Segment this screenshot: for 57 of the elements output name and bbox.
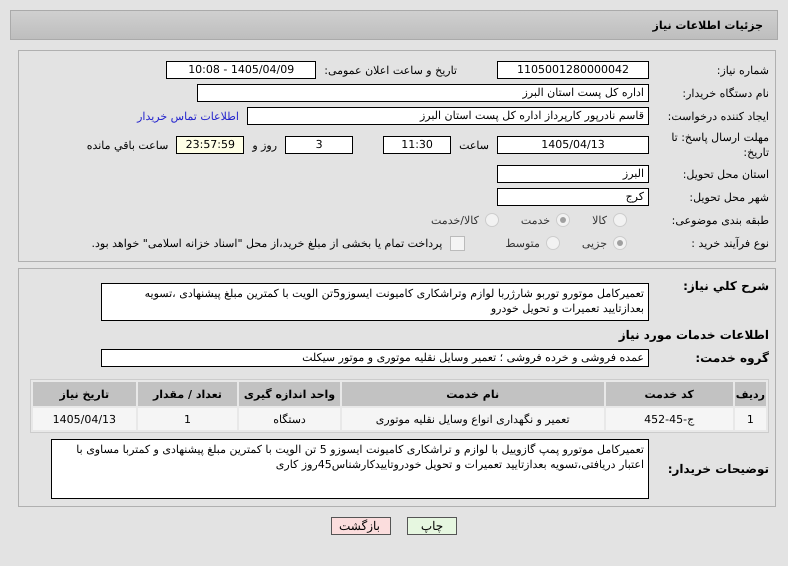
province-field: البرز	[497, 165, 649, 183]
radio-label: کالا/خدمت	[431, 214, 479, 226]
description-box: تعمیرکامل موتورو توربو شارژربا لوازم وتراشکاری کامیونت ایسوزو5تن الویت با کمترین مبلغ پیشنهادی ،تسویه بعدازتایید تعمیرات و تحویل خودرو	[101, 283, 649, 321]
field-label: شماره نیاز:	[716, 64, 770, 76]
remaining-time-field: 23:57:59	[176, 136, 244, 154]
field-label: تاریخ و ساعت اعلان عمومی:	[324, 64, 457, 76]
print-button[interactable]: چاپ	[407, 517, 457, 535]
page-title: جزئیات اطلاعات نیاز	[652, 18, 763, 32]
buyer-contact-link[interactable]: اطلاعات تماس خریدار	[137, 110, 239, 122]
city-field: کرج	[497, 188, 649, 206]
section-heading: اطلاعات خدمات مورد نیاز	[618, 328, 770, 342]
requester-field: قاسم نادرپور کارپرداز اداره کل پست استان البرز	[247, 107, 649, 125]
buyer-notes-box: تعمیرکامل موتورو پمپ گازوییل با لوازم و تراشکاری کامیونت ایسوزو 5 تن الویت با کمترین مبلغ پیشنهادی و کمتربا مساوی با اعتبار دریافتی،تسویه بعدازتایید تعمیرات و تحویل خودروتاییدکارشناس45روز کاری	[51, 439, 649, 499]
column-header: تاریخ نیاز	[33, 382, 136, 406]
days-field: 3	[285, 136, 354, 154]
deadline-time-field: 11:30	[383, 136, 452, 154]
table-cell: 1	[734, 408, 766, 430]
radio-label: متوسط	[505, 236, 540, 250]
column-header: کد خدمت	[606, 382, 733, 406]
field-label: شهر محل تحویل:	[688, 190, 770, 204]
field-label: توضیحات خریدار:	[666, 462, 770, 476]
days-label: روز و	[252, 138, 278, 152]
radio-button[interactable]	[484, 213, 499, 227]
field-label: نام دستگاه خریدار:	[681, 86, 770, 100]
buyer-org-field: اداره کل پست استان البرز	[197, 84, 649, 102]
radio-label: جزیی	[582, 236, 607, 250]
field-label: ایجاد کننده درخواست:	[666, 110, 770, 122]
deadline-date-field: 1405/04/13	[497, 136, 649, 154]
remaining-label: ساعت باقي مانده	[86, 138, 168, 152]
table-cell: ج-45-452	[606, 408, 733, 430]
radio-label: خدمت	[520, 214, 550, 226]
table-cell: دستگاه	[239, 408, 340, 430]
column-header: ردیف	[734, 382, 766, 406]
radio-button[interactable]	[613, 213, 627, 227]
table-cell: 1	[138, 408, 238, 430]
announce-date-field: 1405/04/09 - 10:08	[166, 61, 316, 79]
radio-button[interactable]	[556, 213, 570, 227]
service-group-field: عمده فروشی و خرده فروشی ؛ تعمیر وسایل نقلیه موتوری و موتور سیکلت	[101, 349, 649, 367]
need-number-field: 1105001280000042	[497, 61, 649, 79]
table-cell: تعمیر و نگهداری انواع وسایل نقلیه موتوری	[342, 408, 604, 430]
radio-button[interactable]	[546, 236, 560, 250]
column-header: تعداد / مقدار	[138, 382, 238, 406]
table-cell: 1405/04/13	[33, 408, 136, 430]
field-label: شرح کلي نیاز:	[682, 279, 770, 293]
field-label: مهلت ارسال پاسخ: تا تاریخ:	[670, 130, 770, 160]
back-button[interactable]: بازگشت	[331, 517, 391, 535]
field-label: گروه خدمت:	[694, 351, 770, 365]
checkbox[interactable]	[450, 236, 466, 250]
treasury-note: پرداخت تمام یا بخشی از مبلغ خرید،از محل "اسناد خزانه اسلامی" خواهد بود.	[92, 236, 442, 250]
column-header: نام خدمت	[342, 382, 604, 406]
field-label: استان محل تحویل:	[682, 168, 770, 180]
time-label: ساعت	[459, 138, 489, 152]
radio-label: کالا	[592, 214, 607, 226]
field-label: نوع فرآیند خرید :	[690, 236, 770, 250]
field-label: طبقه بندی موضوعی:	[670, 214, 770, 226]
radio-button[interactable]	[613, 236, 627, 250]
column-header: واحد اندازه گیری	[239, 382, 340, 406]
